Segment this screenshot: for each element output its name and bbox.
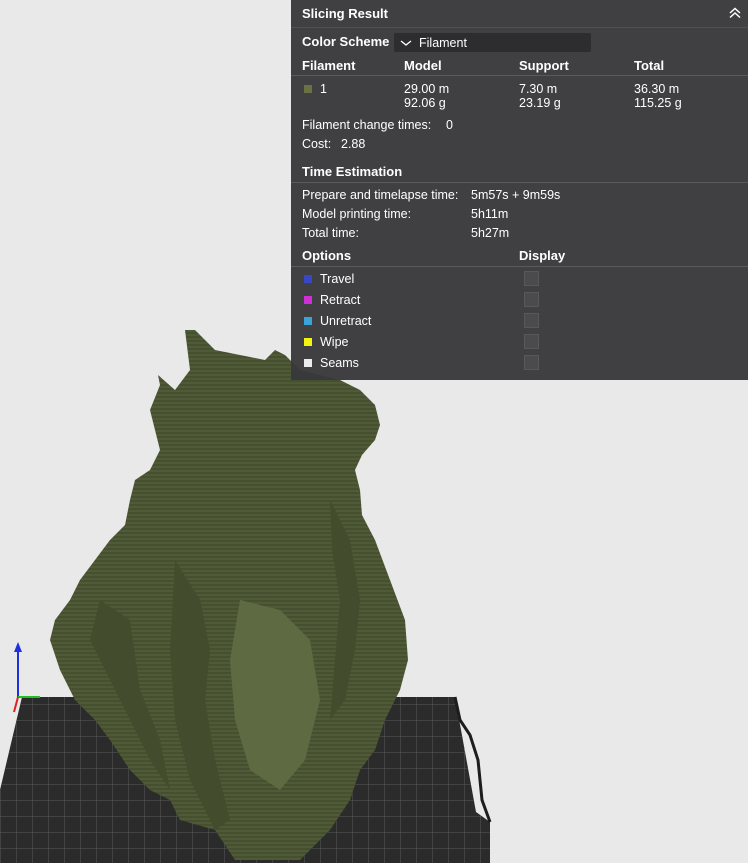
total-weight: 115.25 g [634,96,682,110]
seams-color-swatch [304,359,312,367]
collapse-panel-button[interactable] [726,4,744,22]
panel-header: Slicing Result [291,0,748,28]
header-filament: Filament [302,58,356,73]
display-checkbox-wipe[interactable] [524,334,539,349]
option-label-seams: Seams [320,356,359,370]
display-checkbox-retract[interactable] [524,292,539,307]
retract-color-swatch [304,296,312,304]
header-model: Model [404,58,442,73]
model-length: 29.00 m [404,82,450,96]
wipe-color-swatch [304,338,312,346]
filament-color-swatch [304,85,312,93]
filament-id: 1 [320,82,327,96]
divider [291,266,748,267]
display-checkbox-unretract[interactable] [524,313,539,328]
time-estimation-title: Time Estimation [302,164,403,179]
support-weight: 23.19 g [519,96,561,110]
display-checkbox-seams[interactable] [524,355,539,370]
prepare-time-label: Prepare and timelapse time: [302,188,459,202]
divider [291,182,748,183]
color-scheme-label: Color Scheme [302,34,390,49]
display-checkbox-travel[interactable] [524,271,539,286]
model-printing-time-label: Model printing time: [302,207,412,221]
support-length: 7.30 m [519,82,558,96]
total-time-label: Total time: [302,226,359,240]
cost-value: 2.88 [341,137,366,151]
header-support: Support [519,58,569,73]
option-label-travel: Travel [320,272,355,286]
chevron-down-icon [400,37,412,51]
filament-change-value: 0 [446,118,453,132]
cost-label: Cost: [302,137,332,151]
prepare-time-value: 5m57s + 9m59s [471,188,561,202]
option-label-unretract: Unretract [320,314,372,328]
total-length: 36.30 m [634,82,680,96]
header-total: Total [634,58,665,73]
slicing-result-panel: Slicing Result Color Scheme Filament Fil… [291,0,748,380]
divider [291,75,748,76]
display-header: Display [519,248,566,263]
color-scheme-dropdown[interactable]: Filament [394,33,591,52]
option-label-wipe: Wipe [320,335,349,349]
travel-color-swatch [304,275,312,283]
option-label-retract: Retract [320,293,361,307]
panel-title: Slicing Result [302,6,388,21]
color-scheme-value: Filament [419,36,467,50]
options-header: Options [302,248,352,263]
unretract-color-swatch [304,317,312,325]
double-chevron-up-icon [729,7,741,19]
model-printing-time-value: 5h11m [471,207,509,221]
filament-change-label: Filament change times: [302,118,432,132]
model-weight: 92.06 g [404,96,446,110]
total-time-value: 5h27m [471,226,510,240]
